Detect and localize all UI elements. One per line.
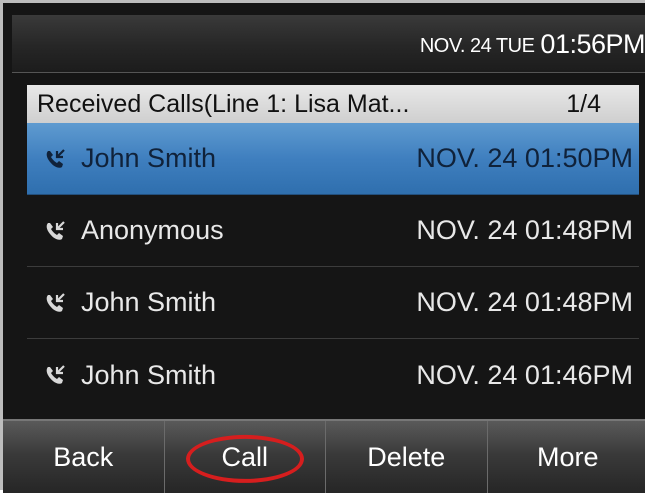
received-call-icon	[43, 147, 67, 171]
delete-label: Delete	[367, 442, 445, 473]
caller-name: John Smith	[81, 360, 383, 391]
call-time: NOV. 24 01:46PM	[383, 360, 633, 391]
status-bar: NOV. 24 TUE 01:56PM	[12, 15, 645, 73]
call-list-item[interactable]: John Smith NOV. 24 01:46PM	[27, 339, 639, 411]
call-time: NOV. 24 01:50PM	[383, 143, 633, 174]
phone-screen: NOV. 24 TUE 01:56PM Received Calls(Line …	[0, 0, 645, 490]
call-list-item[interactable]: John Smith NOV. 24 01:48PM	[27, 267, 639, 339]
caller-name: John Smith	[81, 143, 383, 174]
caller-name: Anonymous	[81, 215, 383, 246]
call-softkey[interactable]: Call	[165, 421, 327, 493]
status-date: NOV. 24 TUE	[420, 35, 535, 58]
list-header: Received Calls(Line 1: Lisa Mat... 1/4	[27, 85, 639, 123]
call-time: NOV. 24 01:48PM	[383, 287, 633, 318]
back-softkey[interactable]: Back	[3, 421, 165, 493]
call-list-item[interactable]: John Smith NOV. 24 01:50PM	[27, 123, 639, 195]
received-call-icon	[43, 291, 67, 315]
more-label: More	[537, 442, 599, 473]
back-label: Back	[53, 442, 113, 473]
call-list-item[interactable]: Anonymous NOV. 24 01:48PM	[27, 195, 639, 267]
caller-name: John Smith	[81, 287, 383, 318]
more-softkey[interactable]: More	[488, 421, 645, 493]
page-indicator: 1/4	[541, 90, 601, 119]
softkey-bar: Back Call Delete More	[3, 419, 645, 493]
list-title: Received Calls(Line 1: Lisa Mat...	[37, 90, 541, 119]
received-call-icon	[43, 219, 67, 243]
received-call-icon	[43, 363, 67, 387]
delete-softkey[interactable]: Delete	[326, 421, 488, 493]
status-time: 01:56PM	[540, 29, 645, 60]
call-time: NOV. 24 01:48PM	[383, 215, 633, 246]
call-label: Call	[221, 442, 268, 473]
